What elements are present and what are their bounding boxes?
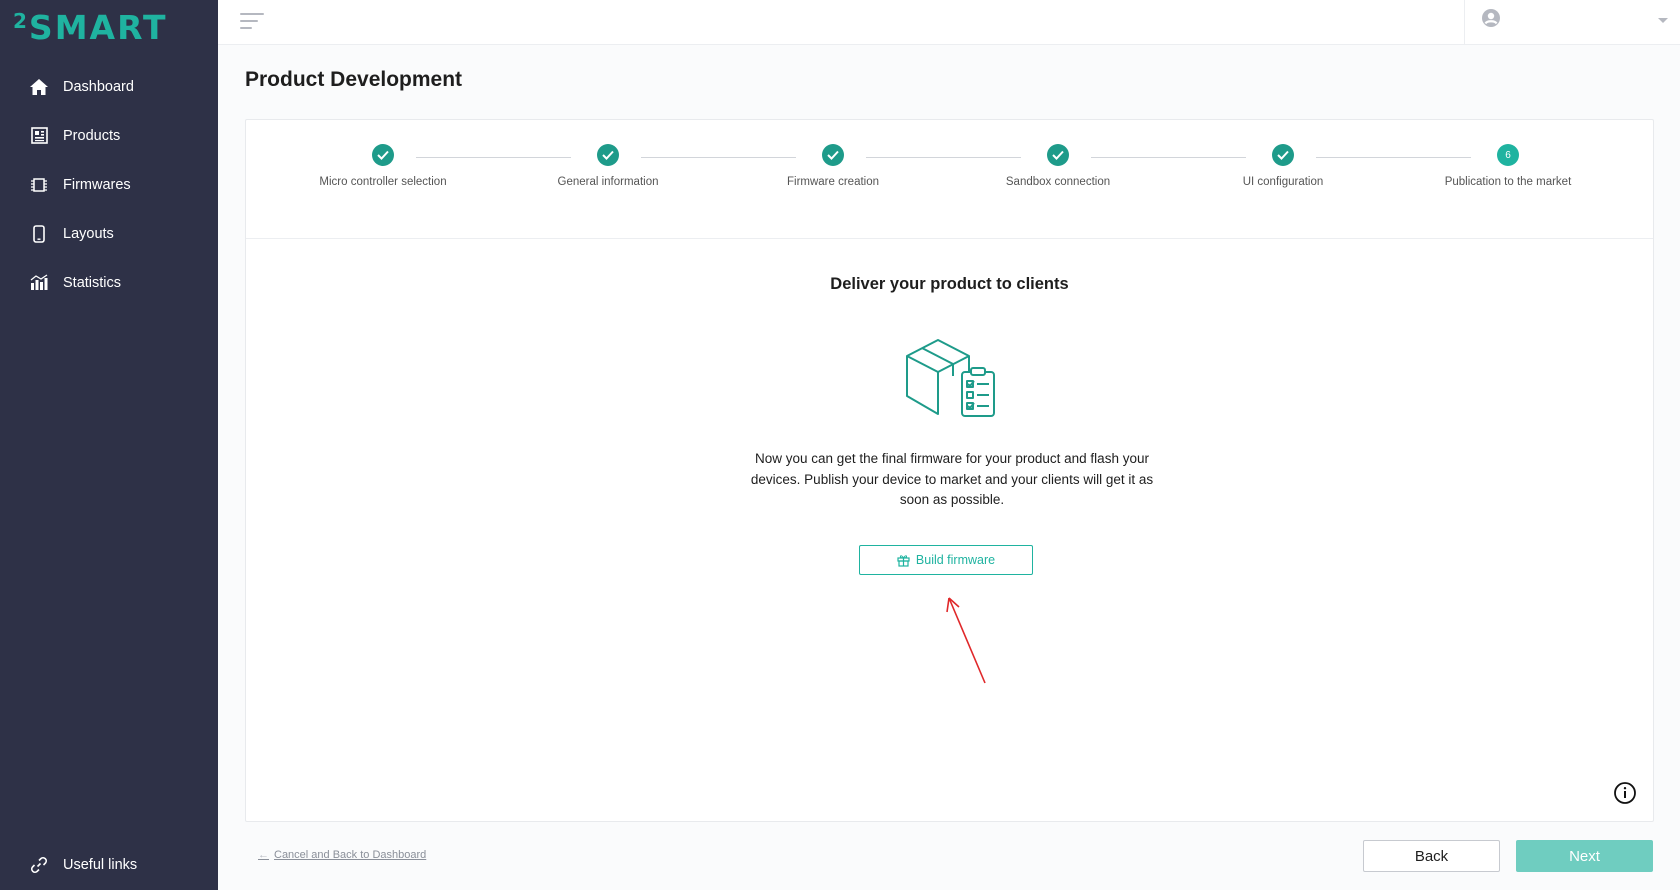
top-bar — [218, 0, 1680, 45]
page-title: Product Development — [245, 68, 463, 91]
step-label: Sandbox connection — [1005, 176, 1111, 188]
back-button[interactable]: Back — [1363, 840, 1500, 872]
step-general-information[interactable]: General information — [508, 144, 708, 188]
cancel-back-label: Cancel and Back to Dashboard — [274, 849, 427, 861]
sidebar-item-statistics[interactable]: Statistics — [0, 258, 218, 307]
sidebar-item-label: Products — [63, 127, 121, 144]
gift-icon — [897, 554, 910, 567]
check-icon — [822, 144, 844, 166]
chevron-down-icon — [1658, 18, 1668, 23]
link-icon — [29, 855, 49, 875]
step-label: UI configuration — [1242, 176, 1324, 188]
step-label: Micro controller selection — [319, 176, 447, 188]
sidebar-item-layouts[interactable]: Layouts — [0, 209, 218, 258]
check-icon — [1047, 144, 1069, 166]
section-title: Deliver your product to clients — [830, 275, 1069, 293]
sidebar-item-label: Statistics — [63, 274, 122, 291]
step-label: General information — [557, 176, 659, 188]
build-firmware-button[interactable]: Build firmware — [859, 545, 1033, 575]
sidebar-item-label: Firmwares — [63, 176, 131, 193]
info-icon[interactable] — [1613, 781, 1637, 805]
step-label: Firmware creation — [786, 176, 880, 188]
build-firmware-label: Build firmware — [915, 553, 996, 567]
step-publication-to-the-market[interactable]: 6 Publication to the market — [1408, 144, 1608, 188]
logo-superscript: 2 — [13, 9, 27, 33]
step-micro-controller-selection[interactable]: Micro controller selection — [283, 144, 483, 188]
step-sandbox-connection[interactable]: Sandbox connection — [958, 144, 1158, 188]
sidebar-item-firmwares[interactable]: Firmwares — [0, 160, 218, 209]
cancel-back-link[interactable]: ← Cancel and Back to Dashboard — [258, 849, 426, 861]
phone-icon — [29, 224, 49, 244]
wizard-card: Micro controller selection General infor… — [245, 119, 1654, 822]
step-ui-configuration[interactable]: UI configuration — [1183, 144, 1383, 188]
sidebar-item-dashboard[interactable]: Dashboard — [0, 62, 218, 111]
annotation-arrow — [946, 597, 986, 684]
home-icon — [29, 77, 49, 97]
hamburger-icon[interactable] — [240, 13, 266, 31]
sidebar-item-label: Dashboard — [63, 78, 134, 95]
products-icon — [29, 126, 49, 146]
chip-icon — [29, 175, 49, 195]
check-icon — [1272, 144, 1294, 166]
step-firmware-creation[interactable]: Firmware creation — [733, 144, 933, 188]
step-number: 6 — [1497, 144, 1519, 166]
user-icon — [1481, 8, 1501, 33]
box-checklist-icon — [905, 334, 999, 420]
sidebar-item-useful-links[interactable]: Useful links — [0, 840, 218, 890]
app-logo[interactable]: 2 SMART — [13, 8, 168, 48]
sidebar-nav: Dashboard Products Firmwares Layouts Sta… — [0, 62, 218, 307]
sidebar-item-products[interactable]: Products — [0, 111, 218, 160]
arrow-left-icon: ← — [258, 849, 269, 861]
sidebar: 2 SMART Dashboard Products Firmwares Lay… — [0, 0, 218, 890]
check-icon — [597, 144, 619, 166]
bar-chart-icon — [29, 273, 49, 293]
useful-links-label: Useful links — [63, 857, 138, 873]
check-icon — [372, 144, 394, 166]
step-label: Publication to the market — [1444, 176, 1572, 188]
logo-wordmark: SMART — [28, 8, 168, 47]
sidebar-item-label: Layouts — [63, 225, 114, 242]
stepper: Micro controller selection General infor… — [246, 120, 1653, 239]
next-button[interactable]: Next — [1516, 840, 1653, 872]
content-description: Now you can get the final firmware for y… — [750, 451, 1154, 507]
user-menu[interactable] — [1464, 0, 1680, 45]
